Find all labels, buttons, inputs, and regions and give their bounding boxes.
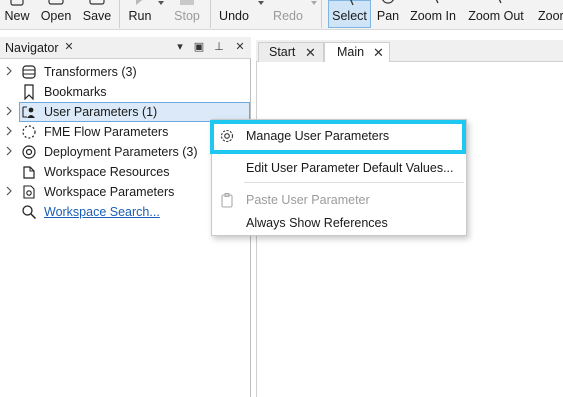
pin-icon[interactable]: ⊥	[212, 40, 226, 54]
main-toolbar: New Open Save Run Stop Undo Redo Select …	[0, 0, 563, 30]
stack-icon	[22, 65, 36, 79]
document-tab-bar: Start ✕ Main ✕	[256, 40, 563, 63]
tab-start[interactable]: Start ✕	[258, 42, 324, 62]
undo-icon	[225, 0, 243, 6]
expand-chevron-icon[interactable]	[4, 105, 14, 117]
save-icon	[89, 0, 105, 5]
deployment-icon	[22, 145, 36, 159]
zoom-extents-button[interactable]: Zoor	[534, 0, 563, 29]
tree-item-label: Deployment Parameters (3)	[44, 145, 198, 159]
tree-item-label: Transformers (3)	[44, 65, 137, 79]
tree-item-label: Workspace Resources	[44, 165, 170, 179]
run-dropdown-chevron-icon[interactable]	[158, 1, 164, 5]
undo-dropdown-chevron-icon[interactable]	[258, 1, 264, 5]
new-button-label: New	[4, 9, 30, 23]
menu-item-always-show-references[interactable]: Always Show References	[212, 212, 466, 234]
pan-hand-icon	[382, 0, 394, 4]
pan-tool-button[interactable]: Pan	[374, 0, 402, 29]
stop-icon	[180, 0, 194, 5]
resources-icon	[23, 166, 35, 179]
toolbar-separator	[119, 0, 120, 28]
zoom-out-label: Zoom Out	[468, 9, 524, 23]
zoom-in-button[interactable]: Zoom In	[408, 0, 458, 29]
tree-item-label: FME Flow Parameters	[44, 125, 169, 139]
stop-button-label: Stop	[174, 9, 200, 23]
cursor-arrow-icon	[349, 0, 354, 6]
menu-separator	[244, 182, 464, 183]
close-panel-icon[interactable]: ✕	[233, 40, 247, 54]
menu-item-label: Always Show References	[246, 216, 388, 230]
zoom-out-icon	[498, 0, 502, 4]
tree-item-label: Bookmarks	[44, 85, 107, 99]
zoom-out-button[interactable]: Zoom Out	[466, 0, 526, 29]
menu-item-label: Paste User Parameter	[246, 193, 370, 207]
select-tool-button[interactable]: Select	[328, 0, 371, 28]
undo-button-label: Undo	[219, 9, 249, 23]
tree-item-bookmarks[interactable]: Bookmarks	[0, 82, 251, 102]
toolbar-separator	[321, 0, 322, 28]
new-file-icon	[10, 0, 24, 6]
panel-menu-chevron-icon[interactable]: ▾	[173, 40, 187, 54]
save-button[interactable]: Save	[80, 0, 114, 29]
play-icon	[136, 0, 143, 5]
redo-dropdown-chevron-icon[interactable]	[311, 1, 317, 5]
float-panel-icon[interactable]: ▣	[192, 40, 206, 54]
tab-main-label: Main	[337, 45, 365, 59]
pan-tool-label: Pan	[376, 9, 400, 23]
tab-main[interactable]: Main ✕	[324, 42, 390, 63]
run-button-label: Run	[128, 9, 152, 23]
zoom-in-label: Zoom In	[410, 9, 456, 23]
tree-item-label: Workspace Parameters	[44, 185, 175, 199]
close-navigator-icon[interactable]: ✕	[62, 40, 76, 54]
toolbar-separator	[210, 0, 211, 28]
stop-button[interactable]: Stop	[168, 0, 206, 29]
expand-chevron-icon[interactable]	[4, 185, 14, 197]
redo-button[interactable]: Redo	[268, 0, 308, 29]
tab-start-label: Start	[269, 45, 296, 59]
select-tool-label: Select	[332, 9, 367, 23]
zoom-extents-label: Zoor	[538, 9, 563, 23]
workspace-search-link[interactable]: Workspace Search...	[44, 205, 160, 219]
open-button[interactable]: Open	[37, 0, 75, 29]
navigator-header: Navigator ✕ ▾ ▣ ⊥ ✕	[0, 37, 251, 59]
open-button-label: Open	[40, 9, 72, 23]
close-tab-icon[interactable]: ✕	[305, 45, 316, 61]
undo-button[interactable]: Undo	[214, 0, 254, 29]
menu-item-edit-default-values[interactable]: Edit User Parameter Default Values...	[212, 157, 466, 179]
menu-item-paste-user-parameter[interactable]: Paste User Parameter	[212, 189, 466, 211]
redo-icon	[279, 0, 297, 6]
open-folder-icon	[48, 0, 64, 5]
bookmark-icon	[24, 84, 34, 100]
tree-item-label: User Parameters (1)	[44, 105, 158, 119]
menu-item-label: Edit User Parameter Default Values...	[246, 161, 454, 175]
flow-parameters-icon	[22, 125, 36, 139]
new-button[interactable]: New	[0, 0, 34, 29]
user-parameters-icon	[22, 106, 35, 118]
navigator-title: Navigator	[5, 41, 59, 55]
workspace-parameters-icon	[23, 185, 35, 199]
tree-item-transformers[interactable]: Transformers (3)	[0, 62, 251, 82]
expand-chevron-icon[interactable]	[4, 145, 14, 157]
save-button-label: Save	[82, 9, 112, 23]
clipboard-icon	[221, 193, 233, 208]
run-button[interactable]: Run	[122, 0, 158, 29]
close-tab-icon[interactable]: ✕	[373, 45, 384, 61]
redo-button-label: Redo	[273, 9, 303, 23]
expand-chevron-icon[interactable]	[4, 65, 14, 77]
highlight-outline	[210, 120, 466, 154]
zoom-in-icon	[435, 0, 439, 4]
search-icon	[22, 205, 37, 220]
expand-chevron-icon[interactable]	[4, 125, 14, 137]
